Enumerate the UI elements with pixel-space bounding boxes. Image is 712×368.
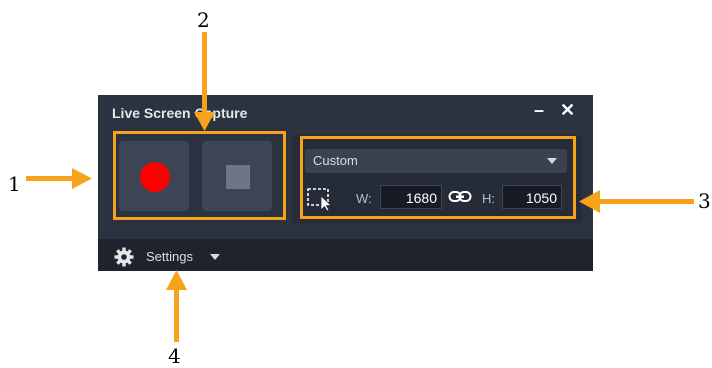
arrow-4-head	[166, 270, 187, 290]
arrow-2-head	[194, 112, 215, 131]
arrow-3-shaft	[598, 199, 694, 204]
arrow-1-shaft	[26, 176, 74, 181]
arrow-1-head	[72, 168, 92, 189]
arrow-3-head	[579, 190, 600, 213]
arrow-2-shaft	[202, 32, 207, 114]
arrow-4-shaft	[174, 288, 179, 342]
callout-arrows	[26, 32, 694, 342]
